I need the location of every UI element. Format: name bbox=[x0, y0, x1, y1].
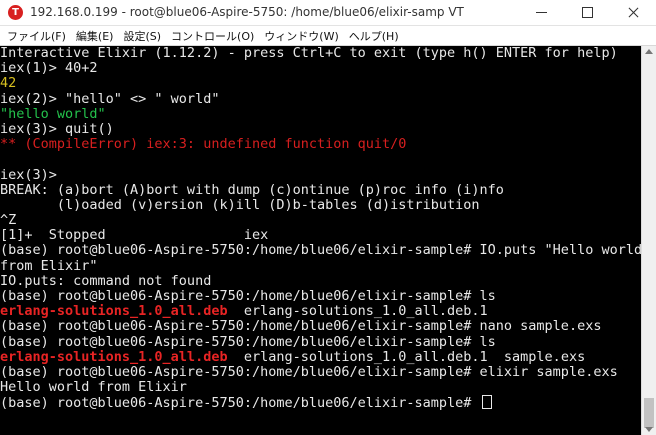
terminal-line: (base) root@blue06-Aspire-5750:/home/blu… bbox=[0, 363, 641, 380]
terminal-text: (base) root@blue06-Aspire-5750:/home/blu… bbox=[0, 242, 641, 259]
terminal-line: erlang-solutions_1.0_all.deb erlang-solu… bbox=[0, 348, 641, 365]
terminal-output[interactable]: Interactive Elixir (1.12.2) - press Ctrl… bbox=[0, 46, 641, 435]
text-cursor bbox=[481, 395, 492, 410]
terminal-text: IO.puts: command not found bbox=[0, 272, 212, 289]
terminal-text: erlang-solutions_1.0_all.deb.1 sample.ex… bbox=[227, 348, 586, 365]
menu-bar: ファイル(F) 編集(E) 設定(S) コントロール(O) ウィンドウ(W) ヘ… bbox=[0, 26, 656, 46]
terminal-text: iex(1)> 40+2 bbox=[0, 60, 98, 77]
terminal-line: (base) root@blue06-Aspire-5750:/home/blu… bbox=[0, 333, 641, 350]
menu-settings[interactable]: 設定(S) bbox=[118, 28, 166, 44]
terminal-line: (base) root@blue06-Aspire-5750:/home/blu… bbox=[0, 243, 641, 258]
terminal-text: (base) root@blue06-Aspire-5750:/home/blu… bbox=[0, 395, 480, 412]
terminal-line: (base) root@blue06-Aspire-5750:/home/blu… bbox=[0, 395, 641, 412]
terminal-text: iex(3)> quit() bbox=[0, 120, 114, 137]
menu-control[interactable]: コントロール(O) bbox=[166, 28, 259, 44]
window-title: 192.168.0.199 - root@blue06-Aspire-5750:… bbox=[30, 5, 464, 19]
terminal-text: "hello world" bbox=[0, 105, 106, 122]
terminal-text: (l)oaded (v)ersion (k)ill (D)b-tables (d… bbox=[0, 196, 480, 213]
vertical-scrollbar[interactable] bbox=[641, 46, 656, 435]
scroll-thumb[interactable] bbox=[644, 398, 654, 428]
close-button[interactable] bbox=[610, 0, 656, 26]
terminal-text: erlang-solutions_1.0_all.deb bbox=[0, 348, 228, 365]
terminal-text: ^Z bbox=[0, 212, 17, 229]
terminal-line: IO.puts: command not found bbox=[0, 272, 641, 289]
terminal-text: from Elixir" bbox=[0, 257, 98, 274]
teraterm-icon[interactable]: T bbox=[8, 5, 23, 20]
terminal-text: (base) root@blue06-Aspire-5750:/home/blu… bbox=[0, 363, 618, 380]
terminal-text: erlang-solutions_1.0_all.deb.1 bbox=[227, 303, 488, 320]
terminal-line: (base) root@blue06-Aspire-5750:/home/blu… bbox=[0, 319, 641, 334]
terminal-text: Hello world from Elixir bbox=[0, 379, 187, 396]
terminal-text: (base) root@blue06-Aspire-5750:/home/blu… bbox=[0, 318, 602, 335]
maximize-button[interactable] bbox=[564, 0, 610, 26]
terminal-line: (base) root@blue06-Aspire-5750:/home/blu… bbox=[0, 288, 641, 304]
terminal-line: BREAK: (a)bort (A)bort with dump (c)onti… bbox=[0, 181, 641, 198]
scroll-up-icon[interactable] bbox=[645, 49, 653, 54]
terminal-text: [1]+ Stopped iex bbox=[0, 227, 269, 244]
terminal-line: iex(1)> 40+2 bbox=[0, 61, 641, 76]
terminal-text: iex(2)> "hello" <> " world" bbox=[0, 90, 220, 107]
menu-file[interactable]: ファイル(F) bbox=[2, 28, 71, 44]
terminal-line: ** (CompileError) iex:3: undefined funct… bbox=[0, 137, 641, 152]
menu-window[interactable]: ウィンドウ(W) bbox=[259, 28, 343, 44]
terminal-text: (base) root@blue06-Aspire-5750:/home/blu… bbox=[0, 288, 496, 304]
terminal-text: iex(3)> bbox=[0, 166, 57, 183]
terminal-line: iex(3)> quit() bbox=[0, 120, 641, 137]
terminal-line: erlang-solutions_1.0_all.deb erlang-solu… bbox=[0, 304, 641, 319]
terminal-line: Hello world from Elixir bbox=[0, 380, 641, 395]
terminal-line: from Elixir" bbox=[0, 257, 641, 274]
terminal-text: BREAK: (a)bort (A)bort with dump (c)onti… bbox=[0, 181, 504, 198]
terminal-text: Interactive Elixir (1.12.2) - press Ctrl… bbox=[0, 46, 618, 61]
title-bar[interactable]: T 192.168.0.199 - root@blue06-Aspire-575… bbox=[0, 0, 656, 26]
terminal-line: iex(3)> bbox=[0, 166, 641, 183]
minimize-button[interactable] bbox=[518, 0, 564, 26]
terminal-line: (l)oaded (v)ersion (k)ill (D)b-tables (d… bbox=[0, 196, 641, 213]
scroll-down-icon[interactable] bbox=[645, 427, 653, 432]
terminal-line: [1]+ Stopped iex bbox=[0, 228, 641, 243]
menu-help[interactable]: ヘルプ(H) bbox=[344, 28, 404, 44]
terminal-line: ^Z bbox=[0, 212, 641, 229]
terminal-text: erlang-solutions_1.0_all.deb bbox=[0, 303, 228, 320]
terminal-line: Interactive Elixir (1.12.2) - press Ctrl… bbox=[0, 46, 641, 61]
terminal-text: 42 bbox=[0, 75, 17, 92]
menu-edit[interactable]: 編集(E) bbox=[71, 28, 119, 44]
terminal-line: "hello world" bbox=[0, 105, 641, 122]
terminal-text: (base) root@blue06-Aspire-5750:/home/blu… bbox=[0, 333, 496, 350]
terminal-line: 42 bbox=[0, 76, 641, 91]
terminal-text: ** (CompileError) iex:3: undefined funct… bbox=[0, 136, 407, 153]
terminal-line: iex(2)> "hello" <> " world" bbox=[0, 90, 641, 107]
